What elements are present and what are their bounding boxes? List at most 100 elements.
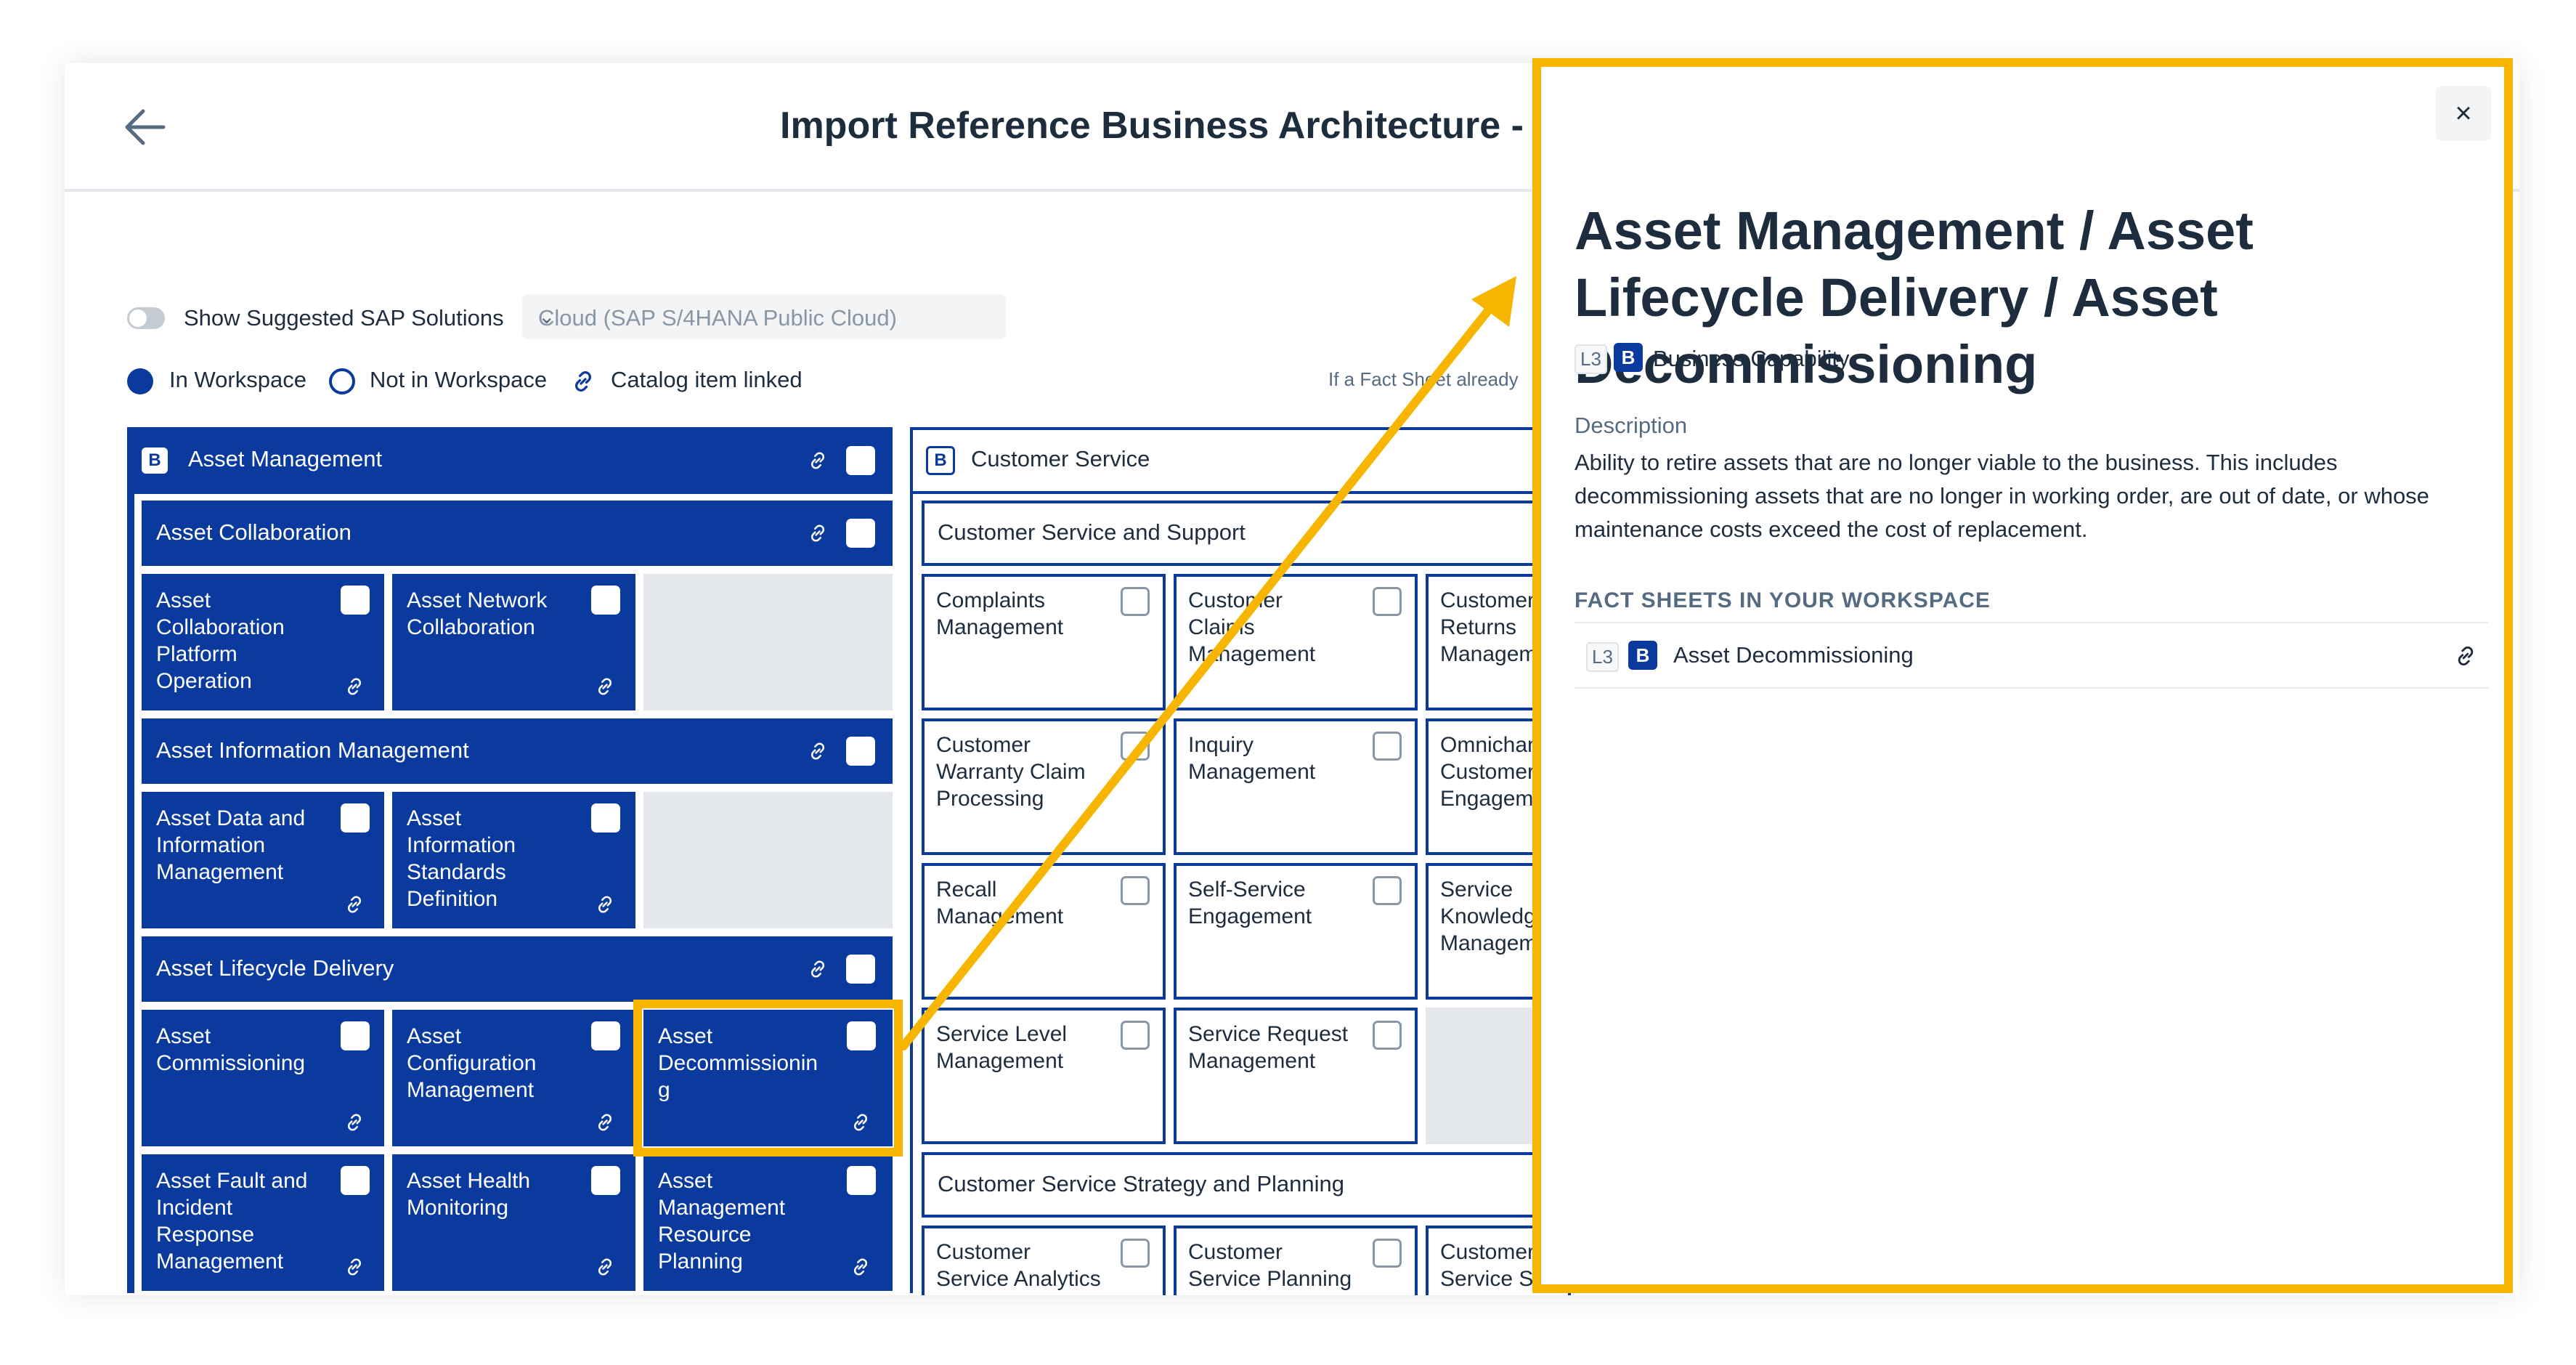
tile-self-service-engagement[interactable]: Self-Service Engagement	[1174, 863, 1418, 1000]
tile-checkbox[interactable]	[847, 1166, 876, 1195]
tile-asset-collaboration-platform-operation[interactable]: Asset Collaboration Platform Operation	[142, 574, 384, 710]
group-label: Asset Collaboration	[156, 519, 352, 545]
b-badge: B	[1628, 641, 1657, 670]
tile-customer-service-planning[interactable]: Customer Service Planning	[1174, 1226, 1418, 1295]
fact-sheet-row[interactable]: L3 B Asset Decommissioning	[1575, 622, 2488, 689]
tile-inquiry-management[interactable]: Inquiry Management	[1174, 718, 1418, 855]
tile-checkbox[interactable]	[1373, 876, 1402, 905]
tile-checkbox[interactable]	[1121, 1239, 1150, 1268]
tile-label: Complaints Management	[936, 588, 1064, 639]
tile-label: Asset Commissioning	[156, 1024, 306, 1075]
link-icon[interactable]	[594, 1256, 616, 1278]
group-checkbox[interactable]	[846, 737, 875, 766]
link-icon[interactable]	[807, 740, 829, 762]
link-icon[interactable]	[344, 1256, 365, 1278]
tile-asset-data-and-information-management[interactable]: Asset Data and Information Management	[142, 792, 384, 928]
group-label: Customer Service and Support	[938, 519, 1246, 545]
tile-asset-network-collaboration[interactable]: Asset Network Collaboration	[392, 574, 635, 710]
highlight-frame	[633, 1000, 903, 1157]
fact-sheets-heading: FACT SHEETS IN YOUR WORKSPACE	[1575, 588, 1991, 612]
tile-asset-management-resource-planning[interactable]: Asset Management Resource Planning	[643, 1154, 893, 1291]
link-icon[interactable]	[2453, 644, 2478, 668]
tile-checkbox[interactable]	[591, 1166, 620, 1195]
tile-label: Customer Service Analytics	[936, 1240, 1101, 1291]
group-label: Asset Information Management	[156, 737, 469, 763]
link-icon[interactable]	[807, 450, 829, 471]
tile-asset-fault-and-incident-response-management[interactable]: Asset Fault and Incident Response Manage…	[142, 1154, 384, 1291]
group-asset-lifecycle-delivery[interactable]: Asset Lifecycle Delivery	[142, 936, 893, 1002]
tile-customer-warranty-claim-processing[interactable]: Customer Warranty Claim Processing	[922, 718, 1166, 855]
group-customer-service-and-support[interactable]: Customer Service and Support	[922, 501, 1564, 566]
group-customer-service-strategy-and-planning[interactable]: Customer Service Strategy and Planning	[922, 1152, 1564, 1218]
tile-complaints-management[interactable]: Complaints Management	[922, 574, 1166, 710]
group-asset-information-management[interactable]: Asset Information Management	[142, 718, 893, 784]
tile-checkbox[interactable]	[341, 803, 370, 833]
link-icon[interactable]	[344, 1111, 365, 1133]
tile-label: Service Request Management	[1188, 1022, 1349, 1073]
tile-checkbox[interactable]	[1373, 732, 1402, 761]
tile-label: Customer Warranty Claim Processing	[936, 733, 1086, 811]
group-asset-collaboration[interactable]: Asset Collaboration	[142, 501, 893, 566]
show-suggested-label: Show Suggested SAP Solutions	[184, 305, 504, 331]
tile-label: Asset Data and Information Management	[156, 806, 306, 884]
close-button[interactable]: ×	[2436, 86, 2491, 141]
tile-asset-information-standards-definition[interactable]: Asset Information Standards Definition	[392, 792, 635, 928]
domain-checkbox[interactable]	[846, 446, 875, 475]
link-icon	[575, 371, 591, 392]
tile-asset-commissioning[interactable]: Asset Commissioning	[142, 1010, 384, 1146]
link-icon[interactable]	[594, 1111, 616, 1133]
tile-asset-configuration-management[interactable]: Asset Configuration Management	[392, 1010, 635, 1146]
link-icon[interactable]	[807, 958, 829, 980]
tile-customer-service-analytics[interactable]: Customer Service Analytics	[922, 1226, 1166, 1295]
tile-checkbox[interactable]	[1121, 587, 1150, 616]
description-text: Ability to retire assets that are no lon…	[1575, 450, 2429, 542]
link-icon[interactable]	[594, 676, 616, 697]
tile-checkbox[interactable]	[341, 1021, 370, 1050]
tile-checkbox[interactable]	[591, 803, 620, 833]
b-badge: B	[926, 446, 955, 475]
link-icon[interactable]	[344, 894, 365, 915]
hint-text: If a Fact Sheet already	[1328, 368, 1519, 390]
tile-asset-health-monitoring[interactable]: Asset Health Monitoring	[392, 1154, 635, 1291]
cloud-select[interactable]: Cloud (SAP S/4HANA Public Cloud) ⌄	[522, 294, 1006, 339]
tile-recall-management[interactable]: Recall Management	[922, 863, 1166, 1000]
domain-asset-management[interactable]: B Asset Management	[127, 427, 893, 494]
domain-customer-service[interactable]: B Customer Service	[910, 427, 1564, 494]
level-badge: L3	[1586, 642, 1619, 672]
tile-label: Customer Service Planning	[1188, 1240, 1352, 1291]
tile-checkbox[interactable]	[1121, 1021, 1150, 1050]
fact-sheet-name: Asset Decommissioning	[1673, 642, 1914, 668]
tile-label: Asset Information Standards Definition	[407, 806, 516, 911]
show-suggested-toggle[interactable]	[127, 307, 165, 329]
tile-checkbox[interactable]	[341, 586, 370, 615]
tile-checkbox[interactable]	[1373, 1021, 1402, 1050]
tile-label: Asset Configuration Management	[407, 1024, 537, 1102]
group-label: Customer Service Strategy and Planning	[938, 1171, 1345, 1196]
tile-label: Customer Claims Management	[1188, 588, 1316, 666]
tile-checkbox[interactable]	[1121, 732, 1150, 761]
tile-customer-claims-management[interactable]: Customer Claims Management	[1174, 574, 1418, 710]
link-icon[interactable]	[594, 894, 616, 915]
tile-service-request-management[interactable]: Service Request Management	[1174, 1008, 1418, 1144]
type-label: Business Capability	[1653, 346, 1850, 371]
tile-label: Service Level Management	[936, 1022, 1068, 1073]
tile-checkbox[interactable]	[1121, 876, 1150, 905]
tile-service-level-management[interactable]: Service Level Management	[922, 1008, 1166, 1144]
tile-checkbox[interactable]	[341, 1166, 370, 1195]
tile-checkbox[interactable]	[591, 586, 620, 615]
empty-tile	[643, 792, 893, 928]
link-icon[interactable]	[344, 676, 365, 697]
domain-label: Asset Management	[188, 446, 383, 471]
back-arrow-icon[interactable]	[121, 108, 166, 146]
tile-label: Asset Health Monitoring	[407, 1169, 531, 1220]
group-label: Asset Lifecycle Delivery	[156, 955, 394, 981]
group-checkbox[interactable]	[846, 955, 875, 984]
tile-label: Asset Collaboration Platform Operation	[156, 588, 285, 693]
tile-checkbox[interactable]	[591, 1021, 620, 1050]
tile-checkbox[interactable]	[1373, 1239, 1402, 1268]
tile-label: Asset Network Collaboration	[407, 588, 548, 639]
group-checkbox[interactable]	[846, 519, 875, 548]
link-icon[interactable]	[807, 522, 829, 544]
tile-checkbox[interactable]	[1373, 587, 1402, 616]
link-icon[interactable]	[850, 1256, 871, 1278]
